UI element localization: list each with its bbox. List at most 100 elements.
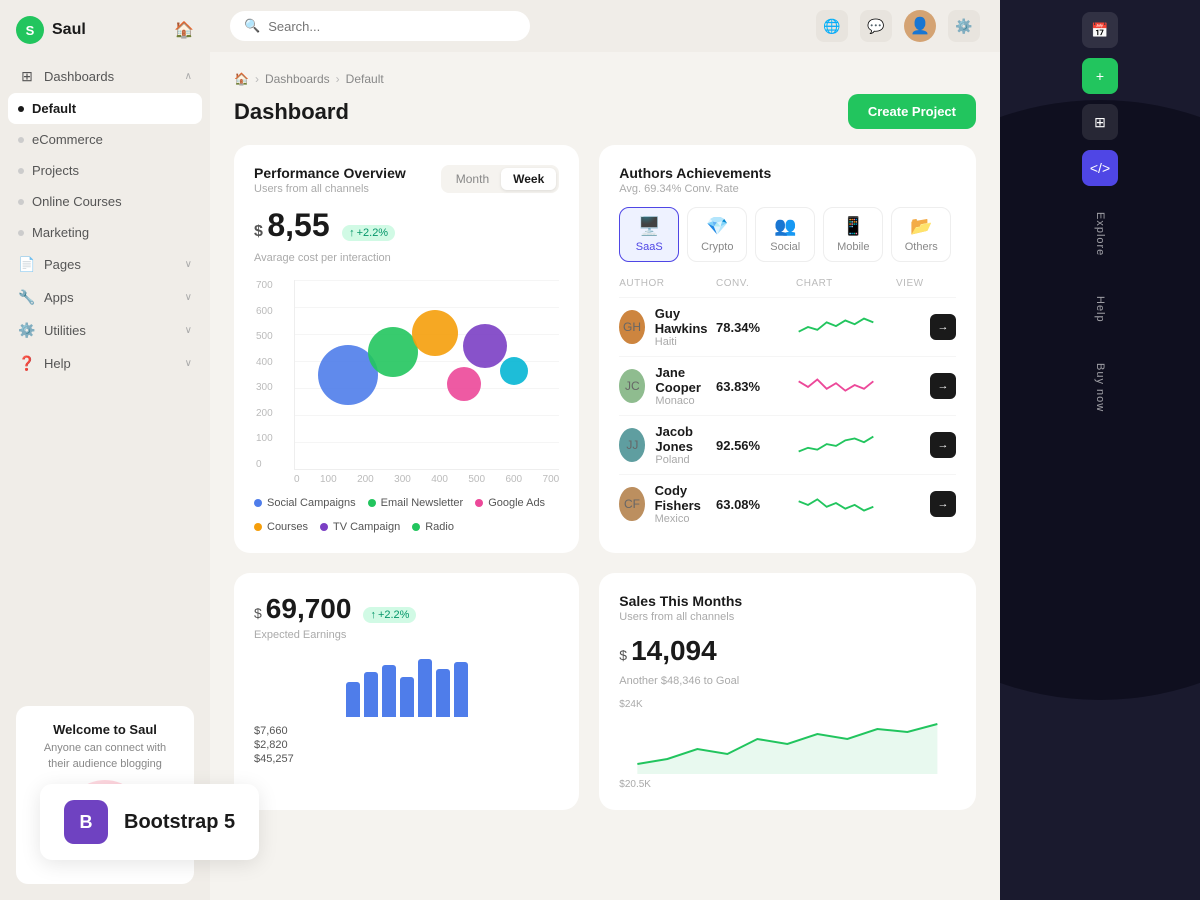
sidebar-item-label: Dashboards: [44, 69, 114, 84]
performance-header: Performance Overview Users from all chan…: [254, 165, 559, 195]
bubble-radio: [500, 357, 528, 385]
search-box[interactable]: 🔍: [230, 11, 530, 41]
x-axis: 0100200300400500600700: [294, 474, 559, 485]
tab-mobile[interactable]: 📱 Mobile: [823, 207, 883, 262]
user-avatar[interactable]: 👤: [904, 10, 936, 42]
sidebar-item-pages[interactable]: 📄 Pages ∨: [8, 248, 202, 281]
sales-chart-area: $24K $20.5K: [619, 699, 956, 790]
bar-value: $2,820: [254, 739, 559, 751]
earnings-value: 69,700: [266, 593, 352, 625]
sidebar: S Saul 🏠 ⊞ Dashboards ∧ Default: [0, 0, 210, 900]
author-conv: 63.83%: [716, 379, 796, 394]
view-button[interactable]: →: [930, 432, 956, 458]
sidebar-item-default[interactable]: Default: [8, 93, 202, 124]
sidebar-toggle-button[interactable]: 🏠: [174, 20, 194, 40]
grid-button[interactable]: ⊞: [1082, 104, 1118, 140]
authors-subtitle: Avg. 69.34% Conv. Rate: [619, 183, 771, 195]
chevron-icon: ∧: [185, 71, 192, 82]
author-conv: 78.34%: [716, 320, 796, 335]
stat-value: 8,55: [267, 207, 329, 243]
sparkline-chart: [796, 490, 876, 518]
toggle-week-button[interactable]: Week: [501, 168, 556, 190]
sidebar-item-label: Apps: [44, 290, 74, 305]
help-label: Help: [1094, 296, 1106, 323]
author-name: Cody Fishers: [655, 483, 716, 513]
sidebar-item-apps[interactable]: 🔧 Apps ∨: [8, 281, 202, 314]
sidebar-item-label: Marketing: [32, 225, 89, 240]
author-country: Poland: [655, 454, 716, 466]
stat-label: Avarage cost per interaction: [254, 252, 559, 264]
sidebar-item-online-courses[interactable]: Online Courses: [8, 186, 202, 217]
bubble-courses: [447, 367, 481, 401]
tab-crypto[interactable]: 💎 Crypto: [687, 207, 747, 262]
chevron-icon: ∨: [185, 325, 192, 336]
code-button[interactable]: </>: [1082, 150, 1118, 186]
bar: [454, 662, 468, 717]
legend-dot: [254, 499, 262, 507]
sidebar-item-projects[interactable]: Projects: [8, 155, 202, 186]
notifications-button[interactable]: 🌐: [816, 10, 848, 42]
view-button[interactable]: →: [930, 373, 956, 399]
bar: [364, 672, 378, 717]
sidebar-item-ecommerce[interactable]: eCommerce: [8, 124, 202, 155]
social-icon: 👥: [774, 216, 796, 237]
breadcrumb-home-icon[interactable]: 🏠: [234, 72, 249, 86]
topbar: 🔍 🌐 💬 👤 ⚙️: [210, 0, 1000, 52]
legend-label: Google Ads: [488, 497, 545, 509]
breadcrumb-dashboards[interactable]: Dashboards: [265, 72, 330, 86]
page-title: Dashboard: [234, 99, 349, 125]
authors-tabs: 🖥️ SaaS 💎 Crypto 👥 Social 📱 Mobile: [619, 207, 956, 262]
tab-saas[interactable]: 🖥️ SaaS: [619, 207, 679, 262]
tab-social[interactable]: 👥 Social: [755, 207, 815, 262]
bar: [400, 677, 414, 717]
toggle-month-button[interactable]: Month: [444, 168, 501, 190]
bubble-chart: [294, 280, 559, 470]
stat-badge: ↑ +2.2%: [342, 225, 395, 241]
sparkline-chart: [796, 372, 876, 400]
legend-dot: [320, 523, 328, 531]
saas-icon: 🖥️: [638, 216, 660, 237]
earnings-bars: $7,660 $2,820 $45,257: [254, 657, 559, 765]
sidebar-item-marketing[interactable]: Marketing: [8, 217, 202, 248]
currency-symbol: $: [619, 647, 627, 663]
author-name: Guy Hawkins: [655, 306, 716, 336]
right-panel: 📅 + ⊞ </> Explore Help Buy now: [1000, 0, 1200, 900]
sidebar-item-dashboards[interactable]: ⊞ Dashboards ∧: [8, 60, 202, 93]
author-conv: 63.08%: [716, 497, 796, 512]
author-avatar: CF: [619, 487, 644, 521]
sales-header: Sales This Months Users from all channel…: [619, 593, 956, 623]
sales-amount: 14,094: [631, 635, 717, 667]
tab-label: Others: [905, 241, 938, 253]
create-project-button[interactable]: Create Project: [848, 94, 976, 129]
messages-button[interactable]: 💬: [860, 10, 892, 42]
breadcrumb-current: Default: [346, 72, 384, 86]
legend-dot: [412, 523, 420, 531]
chevron-icon: ∨: [185, 259, 192, 270]
table-row: GH Guy Hawkins Haiti 78.34% →: [619, 297, 956, 356]
calendar-button[interactable]: 📅: [1082, 12, 1118, 48]
col-chart: CHART: [796, 278, 896, 289]
earnings-badge: ↑ +2.2%: [363, 607, 416, 623]
welcome-title: Welcome to Saul: [32, 722, 178, 737]
authors-achievements-card: Authors Achievements Avg. 69.34% Conv. R…: [599, 145, 976, 553]
buy-now-label: Buy now: [1094, 363, 1106, 412]
expected-earnings-card: $ 69,700 ↑ +2.2% Expected Earnings: [234, 573, 579, 810]
logo-icon: S: [16, 16, 44, 44]
bar: [382, 665, 396, 717]
authors-title: Authors Achievements: [619, 165, 771, 181]
legend-dot: [368, 499, 376, 507]
dashboards-icon: ⊞: [18, 68, 36, 85]
sidebar-item-utilities[interactable]: ⚙️ Utilities ∨: [8, 314, 202, 347]
add-button[interactable]: +: [1082, 58, 1118, 94]
sidebar-item-help[interactable]: ❓ Help ∨: [8, 347, 202, 380]
sidebar-item-label: Projects: [32, 163, 79, 178]
bubble-ads: [412, 310, 458, 356]
search-input[interactable]: [268, 19, 516, 34]
legend-radio: Radio: [412, 521, 454, 533]
col-conv: CONV.: [716, 278, 796, 289]
legend-social-campaigns: Social Campaigns: [254, 497, 356, 509]
view-button[interactable]: →: [930, 314, 956, 340]
tab-others[interactable]: 📂 Others: [891, 207, 951, 262]
settings-button[interactable]: ⚙️: [948, 10, 980, 42]
view-button[interactable]: →: [930, 491, 956, 517]
